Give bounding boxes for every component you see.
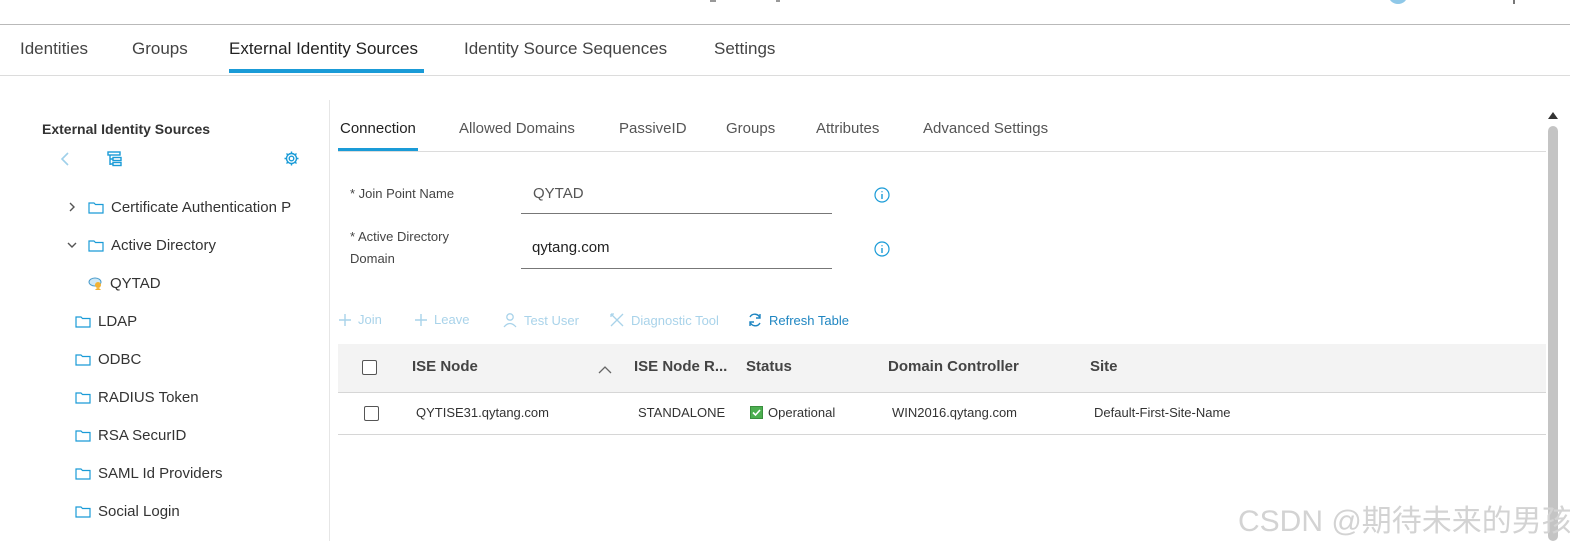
row-checkbox[interactable] [364, 406, 379, 421]
row-divider [338, 434, 1546, 435]
folder-icon [88, 201, 104, 214]
diagnostic-tool-button-label: Diagnostic Tool [631, 312, 719, 328]
tree-item-radius-token[interactable]: RADIUS Token [75, 387, 199, 407]
leave-button-label: Leave [434, 312, 470, 327]
tab-groups[interactable]: Groups [726, 120, 775, 137]
tab-advanced-settings[interactable]: Advanced Settings [923, 120, 1048, 137]
tree-item-saml-id-providers[interactable]: SAML Id Providers [75, 463, 223, 483]
tab-settings[interactable]: Settings [714, 39, 775, 59]
tree-item-label: SAML Id Providers [98, 464, 223, 482]
cell-site: Default-First-Site-Name [1094, 405, 1231, 420]
ad-server-icon [88, 277, 102, 290]
tab-allowed-domains[interactable]: Allowed Domains [459, 120, 575, 137]
refresh-table-button-label: Refresh Table [769, 312, 849, 328]
test-user-button[interactable]: Test User [502, 312, 579, 328]
tree-item-label: RSA SecurID [98, 426, 187, 444]
folder-icon [75, 467, 91, 480]
join-button-label: Join [358, 312, 382, 327]
subtab-baseline [338, 151, 1546, 152]
top-header-strip [0, 0, 1570, 25]
tree-item-rsa-securid[interactable]: RSA SecurID [75, 425, 186, 445]
chevron-down-icon[interactable] [66, 239, 78, 251]
panel-divider [329, 100, 330, 541]
column-header-ise-node-role[interactable]: ISE Node R... [634, 358, 727, 375]
header-fragment [710, 0, 716, 2]
info-icon[interactable] [874, 241, 890, 257]
tab-connection[interactable]: Connection [340, 120, 416, 137]
menu-icon[interactable] [1513, 0, 1515, 4]
user-icon [503, 313, 517, 328]
tab-passiveid[interactable]: PassiveID [619, 120, 687, 137]
left-panel-title: External Identity Sources [42, 121, 211, 137]
cell-domain-controller: WIN2016.qytang.com [892, 405, 1018, 420]
join-point-name-label: * Join Point Name [350, 186, 455, 201]
test-user-button-label: Test User [524, 312, 579, 328]
tree-item-label: Active Directory [111, 236, 217, 254]
tree-item-odbc[interactable]: ODBC [75, 349, 141, 369]
info-icon[interactable] [874, 187, 890, 203]
tree-item-label: Social Login [98, 502, 180, 520]
status-text: Operational [768, 405, 836, 420]
header-fragment [776, 0, 780, 2]
refresh-table-button[interactable]: Refresh Table [747, 312, 849, 328]
tree-item-label: RADIUS Token [98, 388, 199, 406]
active-tab-indicator [229, 69, 424, 73]
tree-item-label: QYTAD [110, 274, 161, 292]
cell-ise-node: QYTISE31.qytang.com [416, 405, 549, 420]
folder-icon [88, 239, 104, 252]
scrollbar-thumb[interactable] [1548, 126, 1558, 541]
refresh-icon [749, 313, 761, 327]
tab-groups[interactable]: Groups [132, 39, 188, 59]
join-point-name-underline [521, 213, 832, 214]
column-header-ise-node[interactable]: ISE Node [412, 358, 478, 375]
column-header-site[interactable]: Site [1090, 358, 1118, 375]
back-icon[interactable] [58, 150, 74, 168]
tree-item-label: ODBC [98, 350, 142, 368]
scroll-up-arrow[interactable] [1548, 112, 1558, 119]
cell-status: Operational [750, 405, 835, 420]
cell-ise-node-role: STANDALONE [638, 405, 726, 420]
folder-icon [75, 429, 91, 442]
tools-icon [610, 313, 624, 327]
tree-item-social-login[interactable]: Social Login [75, 501, 180, 521]
leave-button[interactable]: Leave [414, 312, 469, 327]
tab-identities[interactable]: Identities [20, 39, 88, 59]
active-directory-domain-field[interactable]: qytang.com [532, 239, 610, 256]
active-directory-domain-label: * Active Directory [350, 229, 449, 244]
column-header-status[interactable]: Status [746, 358, 792, 375]
active-subtab-indicator [338, 148, 418, 151]
tree-item-label: Certificate Authentication P [111, 198, 292, 216]
tree-item-label: LDAP [98, 312, 138, 330]
tab-attributes[interactable]: Attributes [816, 120, 879, 137]
folder-icon [75, 505, 91, 518]
sort-ascending-icon[interactable] [598, 362, 612, 374]
check-icon [750, 406, 763, 419]
folder-icon [75, 315, 91, 328]
diagnostic-tool-button[interactable]: Diagnostic Tool [609, 312, 719, 328]
tree-item-ldap[interactable]: LDAP [75, 311, 137, 331]
tab-identity-source-sequences[interactable]: Identity Source Sequences [464, 39, 667, 59]
tab-external-identity-sources[interactable]: External Identity Sources [229, 39, 418, 59]
active-directory-domain-label-line2: Domain [350, 251, 395, 266]
tree-view-icon[interactable] [106, 150, 124, 168]
watermark: CSDN @期待未来的男孩 [1238, 505, 1570, 538]
plus-icon [339, 313, 351, 326]
chevron-right-icon[interactable] [66, 201, 78, 213]
column-header-domain-controller[interactable]: Domain Controller [888, 358, 1019, 375]
domain-field-underline [521, 268, 832, 269]
select-all-checkbox[interactable] [362, 360, 377, 375]
folder-icon [75, 391, 91, 404]
tree-item-active-directory[interactable]: Active Directory [66, 235, 216, 255]
plus-icon [415, 313, 427, 326]
folder-icon [75, 353, 91, 366]
tree-item-qytad[interactable]: QYTAD [87, 273, 161, 293]
join-button[interactable]: Join [338, 312, 382, 327]
gear-icon[interactable] [283, 150, 300, 167]
join-point-name-value: QYTAD [533, 185, 584, 202]
tree-item-certificate-authentication[interactable]: Certificate Authentication P [66, 197, 300, 217]
